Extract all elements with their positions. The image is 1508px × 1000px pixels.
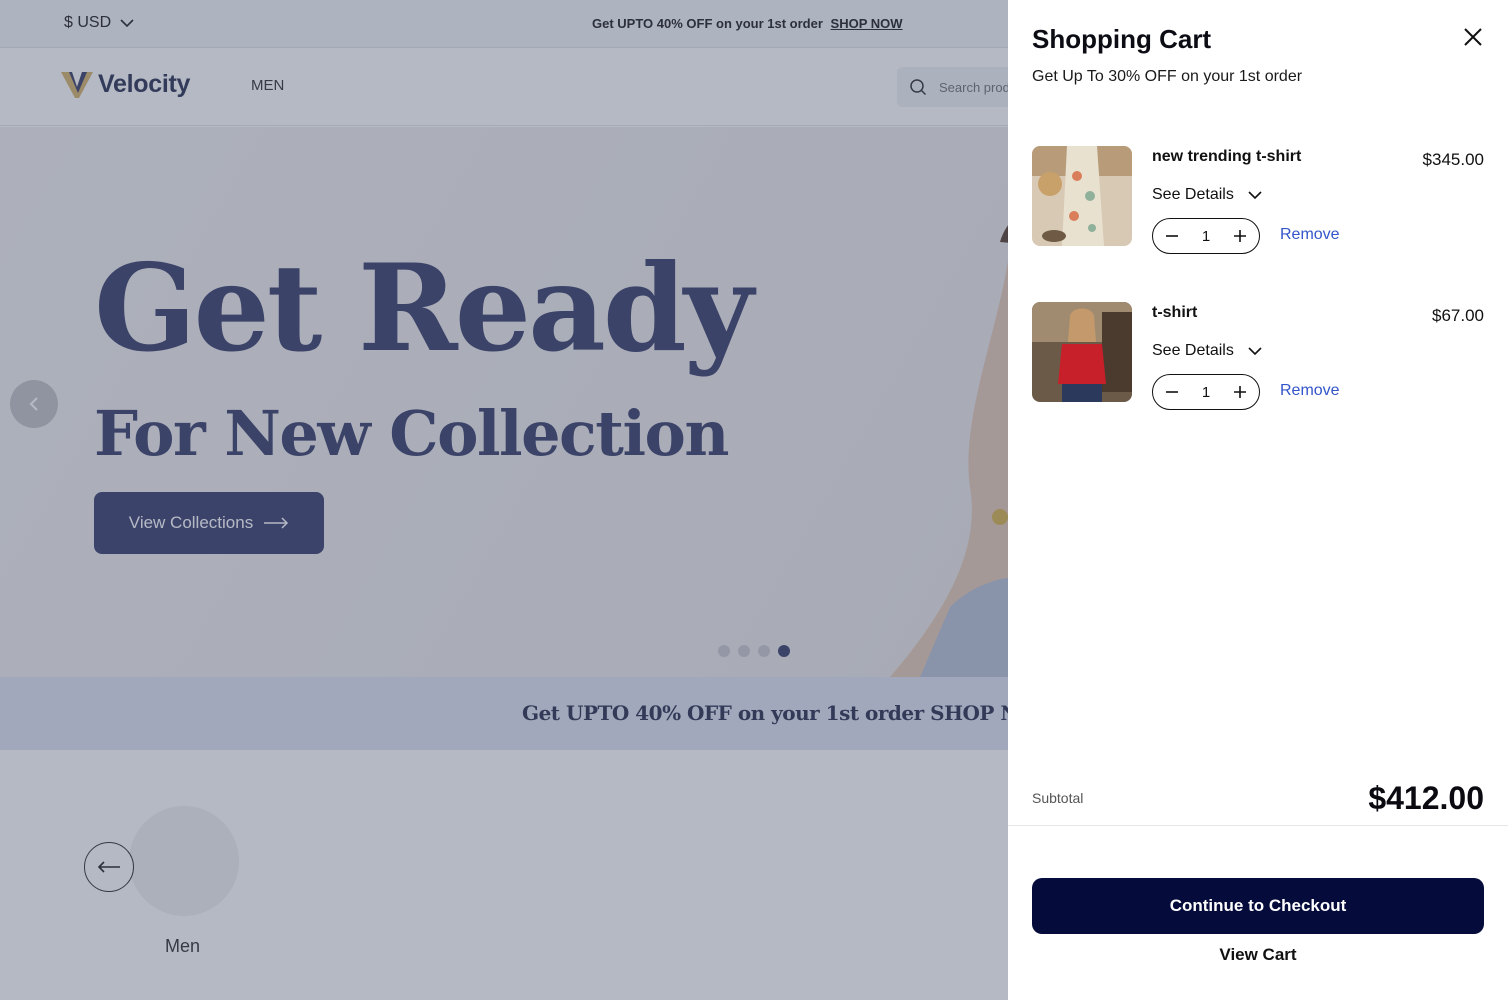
close-icon — [1464, 28, 1482, 46]
red-tshirt-image — [1032, 302, 1132, 402]
close-button[interactable] — [1460, 24, 1486, 50]
cart-item: new trending t-shirt $345.00 See Details… — [1032, 146, 1484, 256]
quantity-stepper: 1 — [1152, 374, 1260, 410]
cart-drawer: Shopping Cart Get Up To 30% OFF on your … — [1008, 0, 1508, 1000]
cart-item: t-shirt $67.00 See Details 1 Remove — [1032, 302, 1484, 412]
chevron-down-icon — [1248, 190, 1262, 199]
see-details-toggle[interactable]: See Details — [1152, 342, 1262, 360]
minus-icon[interactable] — [1165, 229, 1179, 243]
minus-icon[interactable] — [1165, 385, 1179, 399]
floral-dress-image — [1032, 146, 1132, 246]
cart-subtitle: Get Up To 30% OFF on your 1st order — [1032, 68, 1303, 85]
see-details-label: See Details — [1152, 342, 1234, 359]
item-price: $345.00 — [1422, 150, 1484, 169]
item-price: $67.00 — [1432, 306, 1484, 325]
see-details-toggle[interactable]: See Details — [1152, 186, 1262, 204]
cart-title: Shopping Cart — [1032, 24, 1212, 54]
checkout-button[interactable]: Continue to Checkout — [1032, 878, 1484, 934]
item-name[interactable]: new trending t-shirt — [1152, 148, 1301, 166]
remove-button[interactable]: Remove — [1280, 226, 1340, 244]
plus-icon[interactable] — [1233, 385, 1247, 399]
quantity-stepper: 1 — [1152, 218, 1260, 254]
view-cart-link[interactable]: View Cart — [1008, 945, 1508, 965]
divider — [1008, 825, 1508, 826]
plus-icon[interactable] — [1233, 229, 1247, 243]
product-image[interactable] — [1032, 302, 1132, 402]
subtotal-label: Subtotal — [1032, 790, 1084, 806]
product-image[interactable] — [1032, 146, 1132, 246]
chevron-down-icon — [1248, 346, 1262, 355]
quantity-value: 1 — [1201, 383, 1211, 401]
quantity-value: 1 — [1201, 227, 1211, 245]
item-name[interactable]: t-shirt — [1152, 304, 1197, 322]
remove-button[interactable]: Remove — [1280, 382, 1340, 400]
subtotal-value: $412.00 — [1368, 780, 1484, 816]
see-details-label: See Details — [1152, 186, 1234, 203]
